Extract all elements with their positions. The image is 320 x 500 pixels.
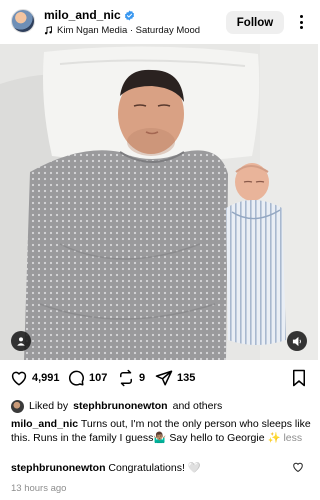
user-tag-icon[interactable] xyxy=(11,331,31,351)
comment-icon[interactable] xyxy=(67,369,85,387)
liked-by-prefix: Liked by xyxy=(29,400,69,412)
repost-count: 9 xyxy=(139,372,146,384)
username[interactable]: milo_and_nic xyxy=(44,8,121,22)
verified-badge-icon xyxy=(124,9,134,21)
liked-by-suffix[interactable]: and others xyxy=(173,400,223,412)
comment-username[interactable]: stephbrunonewton xyxy=(11,462,106,474)
comment-row: stephbrunonewton Congratulations! 🤍 xyxy=(11,461,311,475)
bookmark-icon[interactable] xyxy=(291,369,307,387)
username-row[interactable]: milo_and_nic xyxy=(44,8,135,22)
follow-button[interactable]: Follow xyxy=(226,11,284,34)
post-timestamp: 13 hours ago xyxy=(11,483,67,494)
audio-attribution[interactable]: Kim Ngan Media · Saturday Mood xyxy=(44,25,200,36)
repost-icon[interactable] xyxy=(117,369,135,387)
post-header: milo_and_nic Kim Ngan Media · Saturday M… xyxy=(0,0,318,44)
like-action[interactable]: 4,991 xyxy=(10,369,60,387)
comment-action[interactable]: 107 xyxy=(67,369,107,387)
comment-count: 107 xyxy=(89,372,108,384)
profile-avatar[interactable] xyxy=(11,9,35,33)
photo-illustration xyxy=(0,44,318,360)
action-bar: 4,991 107 9 135 xyxy=(0,364,318,394)
heart-icon[interactable] xyxy=(10,369,28,387)
post-caption: milo_and_nic Turns out, I'm not the only… xyxy=(11,417,311,445)
send-icon[interactable] xyxy=(155,369,173,387)
repost-action[interactable]: 9 xyxy=(117,369,145,387)
sound-icon[interactable] xyxy=(287,331,307,351)
caption-less-link[interactable]: less xyxy=(283,432,302,444)
liker-avatar xyxy=(11,399,24,413)
like-count: 4,991 xyxy=(32,372,60,384)
comment-heart-icon[interactable] xyxy=(292,461,304,473)
liked-by-user[interactable]: stephbrunonewton xyxy=(73,400,168,412)
audio-label: Kim Ngan Media · Saturday Mood xyxy=(57,25,201,36)
post-photo[interactable] xyxy=(0,44,318,360)
share-count: 135 xyxy=(177,372,196,384)
share-action[interactable]: 135 xyxy=(155,369,195,387)
more-options-icon[interactable] xyxy=(293,13,309,31)
caption-username[interactable]: milo_and_nic xyxy=(11,418,78,430)
liked-by-row[interactable]: Liked by stephbrunonewton and others xyxy=(11,398,222,414)
music-note-icon xyxy=(44,26,52,35)
comment-text: Congratulations! 🤍 xyxy=(108,462,201,474)
